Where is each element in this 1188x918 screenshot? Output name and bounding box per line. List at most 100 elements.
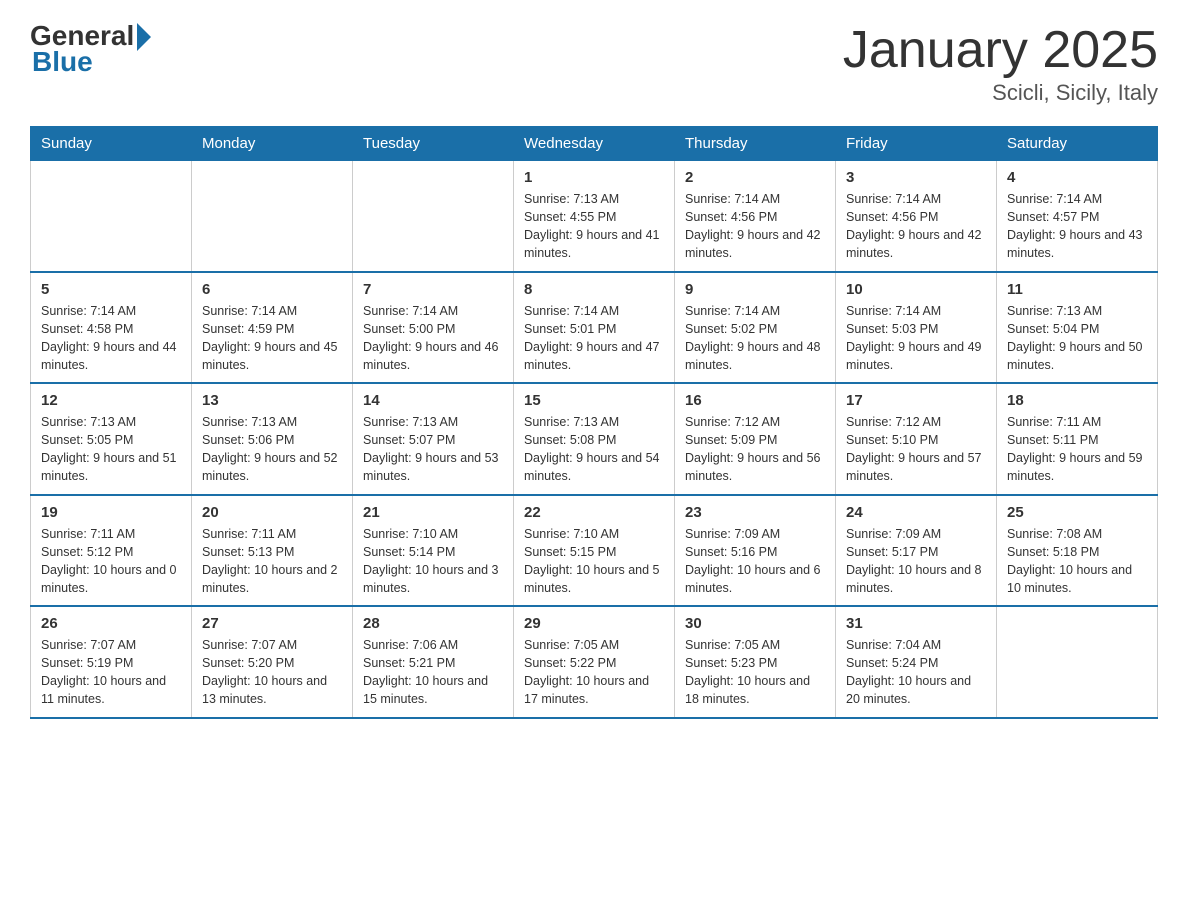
day-info: Sunrise: 7:14 AM Sunset: 4:56 PM Dayligh… [846, 190, 986, 263]
day-info: Sunrise: 7:13 AM Sunset: 5:07 PM Dayligh… [363, 413, 503, 486]
day-number: 11 [1007, 281, 1147, 298]
day-cell: 15 Sunrise: 7:13 AM Sunset: 5:08 PM Dayli… [514, 383, 675, 495]
header-cell-saturday: Saturday [997, 127, 1158, 161]
day-info: Sunrise: 7:14 AM Sunset: 5:02 PM Dayligh… [685, 302, 825, 375]
day-cell: 9 Sunrise: 7:14 AM Sunset: 5:02 PM Daylig… [675, 272, 836, 384]
calendar-title: January 2025 [843, 20, 1158, 80]
day-cell: 14 Sunrise: 7:13 AM Sunset: 5:07 PM Dayli… [353, 383, 514, 495]
day-number: 24 [846, 504, 986, 521]
day-cell [353, 161, 514, 272]
day-cell [31, 161, 192, 272]
day-info: Sunrise: 7:05 AM Sunset: 5:23 PM Dayligh… [685, 636, 825, 709]
day-info: Sunrise: 7:11 AM Sunset: 5:12 PM Dayligh… [41, 525, 181, 598]
day-cell: 6Sunrise: 7:14 AM Sunset: 4:59 PM Daylig… [192, 272, 353, 384]
day-info: Sunrise: 7:10 AM Sunset: 5:14 PM Dayligh… [363, 525, 503, 598]
day-cell: 2Sunrise: 7:14 AM Sunset: 4:56 PM Daylig… [675, 161, 836, 272]
day-cell: 27Sunrise: 7:07 AM Sunset: 5:20 PM Dayli… [192, 606, 353, 718]
day-number: 29 [524, 615, 664, 632]
calendar-body: 1 Sunrise: 7:13 AM Sunset: 4:55 PM Daylig… [31, 161, 1158, 718]
day-cell: 21Sunrise: 7:10 AM Sunset: 5:14 PM Dayli… [353, 495, 514, 607]
day-info: Sunrise: 7:11 AM Sunset: 5:11 PM Dayligh… [1007, 413, 1147, 486]
day-info: Sunrise: 7:13 AM Sunset: 4:55 PM Dayligh… [524, 190, 664, 263]
day-cell: 22 Sunrise: 7:10 AM Sunset: 5:15 PM Dayli… [514, 495, 675, 607]
page-header: General Blue January 2025 Scicli, Sicily… [30, 20, 1158, 106]
day-number: 14 [363, 392, 503, 409]
day-info: Sunrise: 7:14 AM Sunset: 4:59 PM Dayligh… [202, 302, 342, 375]
week-row-5: 26Sunrise: 7:07 AM Sunset: 5:19 PM Dayli… [31, 606, 1158, 718]
day-info: Sunrise: 7:13 AM Sunset: 5:05 PM Dayligh… [41, 413, 181, 486]
day-info: Sunrise: 7:04 AM Sunset: 5:24 PM Dayligh… [846, 636, 986, 709]
day-info: Sunrise: 7:14 AM Sunset: 4:58 PM Dayligh… [41, 302, 181, 375]
week-row-1: 1 Sunrise: 7:13 AM Sunset: 4:55 PM Daylig… [31, 161, 1158, 272]
header-cell-wednesday: Wednesday [514, 127, 675, 161]
day-cell: 25Sunrise: 7:08 AM Sunset: 5:18 PM Dayli… [997, 495, 1158, 607]
day-number: 15 [524, 392, 664, 409]
day-cell: 20Sunrise: 7:11 AM Sunset: 5:13 PM Dayli… [192, 495, 353, 607]
day-number: 20 [202, 504, 342, 521]
calendar-table: SundayMondayTuesdayWednesdayThursdayFrid… [30, 126, 1158, 719]
day-cell: 23 Sunrise: 7:09 AM Sunset: 5:16 PM Dayli… [675, 495, 836, 607]
day-cell: 7 Sunrise: 7:14 AM Sunset: 5:00 PM Daylig… [353, 272, 514, 384]
day-number: 19 [41, 504, 181, 521]
day-cell: 1 Sunrise: 7:13 AM Sunset: 4:55 PM Daylig… [514, 161, 675, 272]
day-number: 8 [524, 281, 664, 298]
header-row: SundayMondayTuesdayWednesdayThursdayFrid… [31, 127, 1158, 161]
day-info: Sunrise: 7:10 AM Sunset: 5:15 PM Dayligh… [524, 525, 664, 598]
day-cell: 31 Sunrise: 7:04 AM Sunset: 5:24 PM Dayli… [836, 606, 997, 718]
day-number: 23 [685, 504, 825, 521]
day-number: 3 [846, 169, 986, 186]
day-number: 7 [363, 281, 503, 298]
day-number: 25 [1007, 504, 1147, 521]
logo-blue-text: Blue [32, 46, 93, 78]
day-cell: 30 Sunrise: 7:05 AM Sunset: 5:23 PM Dayli… [675, 606, 836, 718]
day-info: Sunrise: 7:09 AM Sunset: 5:17 PM Dayligh… [846, 525, 986, 598]
week-row-4: 19 Sunrise: 7:11 AM Sunset: 5:12 PM Dayli… [31, 495, 1158, 607]
week-row-3: 12Sunrise: 7:13 AM Sunset: 5:05 PM Dayli… [31, 383, 1158, 495]
day-info: Sunrise: 7:07 AM Sunset: 5:20 PM Dayligh… [202, 636, 342, 709]
day-number: 17 [846, 392, 986, 409]
day-number: 31 [846, 615, 986, 632]
day-number: 22 [524, 504, 664, 521]
day-cell: 11 Sunrise: 7:13 AM Sunset: 5:04 PM Dayli… [997, 272, 1158, 384]
day-info: Sunrise: 7:13 AM Sunset: 5:04 PM Dayligh… [1007, 302, 1147, 375]
day-cell: 5Sunrise: 7:14 AM Sunset: 4:58 PM Daylig… [31, 272, 192, 384]
day-cell: 26Sunrise: 7:07 AM Sunset: 5:19 PM Dayli… [31, 606, 192, 718]
day-cell: 13Sunrise: 7:13 AM Sunset: 5:06 PM Dayli… [192, 383, 353, 495]
day-cell: 19 Sunrise: 7:11 AM Sunset: 5:12 PM Dayli… [31, 495, 192, 607]
day-number: 16 [685, 392, 825, 409]
day-info: Sunrise: 7:13 AM Sunset: 5:06 PM Dayligh… [202, 413, 342, 486]
day-info: Sunrise: 7:13 AM Sunset: 5:08 PM Dayligh… [524, 413, 664, 486]
day-cell: 24 Sunrise: 7:09 AM Sunset: 5:17 PM Dayli… [836, 495, 997, 607]
day-cell: 17Sunrise: 7:12 AM Sunset: 5:10 PM Dayli… [836, 383, 997, 495]
day-cell [997, 606, 1158, 718]
day-number: 28 [363, 615, 503, 632]
day-cell: 29 Sunrise: 7:05 AM Sunset: 5:22 PM Dayli… [514, 606, 675, 718]
day-number: 1 [524, 169, 664, 186]
day-info: Sunrise: 7:14 AM Sunset: 5:03 PM Dayligh… [846, 302, 986, 375]
calendar-subtitle: Scicli, Sicily, Italy [843, 80, 1158, 106]
day-cell: 12Sunrise: 7:13 AM Sunset: 5:05 PM Dayli… [31, 383, 192, 495]
day-info: Sunrise: 7:05 AM Sunset: 5:22 PM Dayligh… [524, 636, 664, 709]
day-cell: 10 Sunrise: 7:14 AM Sunset: 5:03 PM Dayli… [836, 272, 997, 384]
day-cell: 18Sunrise: 7:11 AM Sunset: 5:11 PM Dayli… [997, 383, 1158, 495]
day-cell: 3 Sunrise: 7:14 AM Sunset: 4:56 PM Daylig… [836, 161, 997, 272]
header-cell-sunday: Sunday [31, 127, 192, 161]
day-number: 30 [685, 615, 825, 632]
header-cell-monday: Monday [192, 127, 353, 161]
week-row-2: 5Sunrise: 7:14 AM Sunset: 4:58 PM Daylig… [31, 272, 1158, 384]
day-number: 9 [685, 281, 825, 298]
day-number: 10 [846, 281, 986, 298]
header-cell-tuesday: Tuesday [353, 127, 514, 161]
header-cell-thursday: Thursday [675, 127, 836, 161]
day-info: Sunrise: 7:14 AM Sunset: 4:56 PM Dayligh… [685, 190, 825, 263]
header-cell-friday: Friday [836, 127, 997, 161]
day-number: 4 [1007, 169, 1147, 186]
day-info: Sunrise: 7:09 AM Sunset: 5:16 PM Dayligh… [685, 525, 825, 598]
day-cell [192, 161, 353, 272]
day-info: Sunrise: 7:14 AM Sunset: 5:01 PM Dayligh… [524, 302, 664, 375]
day-info: Sunrise: 7:14 AM Sunset: 5:00 PM Dayligh… [363, 302, 503, 375]
day-cell: 8 Sunrise: 7:14 AM Sunset: 5:01 PM Daylig… [514, 272, 675, 384]
logo-arrow-icon [137, 23, 151, 51]
day-cell: 28Sunrise: 7:06 AM Sunset: 5:21 PM Dayli… [353, 606, 514, 718]
day-cell: 4Sunrise: 7:14 AM Sunset: 4:57 PM Daylig… [997, 161, 1158, 272]
